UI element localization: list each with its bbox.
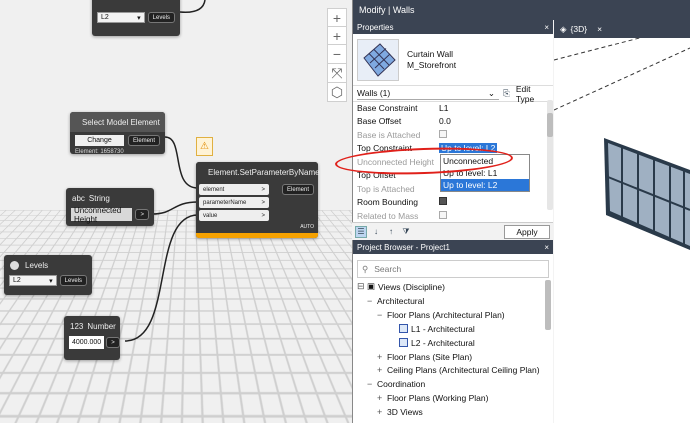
levels-output-port[interactable]: Levels bbox=[147, 12, 175, 23]
browser-scrollbar[interactable] bbox=[545, 280, 551, 330]
tree-ceiling-plans[interactable]: + Ceiling Plans (Architectural Ceiling Pl… bbox=[377, 364, 540, 378]
browser-search-input[interactable]: ⚲ Search bbox=[357, 260, 549, 278]
checkbox bbox=[439, 210, 447, 219]
close-icon[interactable]: × bbox=[544, 23, 549, 32]
tree-views-discipline[interactable]: ⊟ ▣ Views (Discipline) bbox=[357, 280, 445, 294]
view-icon: ◈ bbox=[560, 23, 567, 34]
dynamo-canvas[interactable]: + + − ⤧ ⬡ L2 ▾ Levels Select Model Elemen… bbox=[0, 0, 352, 423]
warning-icon[interactable]: ⚠ bbox=[196, 137, 213, 156]
level-dropdown-top[interactable]: L2 ▾ bbox=[97, 12, 145, 23]
properties-scroll-thumb[interactable] bbox=[547, 113, 553, 137]
element-id-label: Element: 1658730 bbox=[75, 149, 124, 155]
node-title: Levels bbox=[25, 260, 49, 270]
chevron-down-icon: ⌄ bbox=[487, 87, 495, 98]
type-selector[interactable]: Curtain Wall M_Storefront bbox=[353, 34, 553, 86]
close-icon[interactable]: × bbox=[597, 24, 602, 34]
string-output-port[interactable]: > bbox=[135, 209, 149, 220]
properties-title: Properties bbox=[357, 22, 394, 32]
change-button[interactable]: Change bbox=[75, 135, 124, 146]
project-browser-title: Project Browser - Project1 bbox=[357, 242, 450, 252]
value-input-port[interactable]: value > bbox=[199, 210, 269, 221]
lacing-label: AUTO bbox=[300, 224, 314, 230]
element-output-port[interactable]: Element bbox=[281, 184, 314, 195]
element-input-port[interactable]: element > bbox=[199, 184, 269, 195]
orbit-button[interactable]: ⬡ bbox=[327, 82, 347, 102]
number-output-port[interactable]: > bbox=[106, 337, 120, 348]
chevron-down-icon: ▾ bbox=[137, 14, 141, 22]
node-title: Element.SetParameterByName bbox=[208, 167, 320, 177]
close-icon[interactable]: × bbox=[544, 243, 549, 252]
instance-selector[interactable]: Walls (1) ⌄ bbox=[357, 88, 499, 100]
checkbox bbox=[439, 129, 447, 138]
ribbon-right bbox=[553, 0, 690, 20]
search-icon: ⚲ bbox=[362, 263, 369, 274]
zoom-fit-button[interactable]: + bbox=[327, 8, 347, 28]
prop-base-is-attached: Base is Attached bbox=[353, 128, 538, 142]
string-type-icon: abc bbox=[72, 193, 85, 203]
string-input[interactable]: Unconnected Height bbox=[71, 206, 133, 224]
node-title: Number bbox=[87, 321, 116, 331]
node-title: String bbox=[88, 193, 110, 203]
properties-toolbar: ☰ ↓ ↑ ⧩ Apply bbox=[352, 222, 553, 240]
properties-panel: Modify | Walls Properties × Curtain Wall… bbox=[352, 0, 553, 240]
levels-node-top[interactable]: L2 ▾ Levels bbox=[92, 0, 180, 36]
level-dropdown[interactable]: L2 ▾ bbox=[9, 275, 57, 286]
levels-node[interactable]: Levels L2 ▾ Levels bbox=[4, 255, 92, 295]
number-node[interactable]: 123 Number 4000.000 > bbox=[64, 316, 120, 360]
sort-ascending-icon[interactable]: ↓ bbox=[370, 226, 382, 238]
type-family: Curtain Wall bbox=[407, 48, 453, 59]
select-model-element-node[interactable]: Select Model Element Change Element Elem… bbox=[70, 112, 165, 155]
parameter-name-input-port[interactable]: parameterName > bbox=[199, 197, 269, 208]
chevron-down-icon: ▾ bbox=[49, 277, 53, 285]
warning-bar bbox=[196, 233, 318, 238]
element-output-port[interactable]: Element bbox=[127, 135, 160, 146]
tree-l2-architectural[interactable]: L2 - Architectural bbox=[399, 336, 475, 350]
tree-architectural[interactable]: − Architectural bbox=[367, 294, 424, 308]
dropdown-option-selected[interactable]: Up to level: L2 bbox=[441, 179, 529, 191]
type-name: M_Storefront bbox=[407, 59, 457, 70]
string-node[interactable]: abc String Unconnected Height > bbox=[66, 188, 154, 226]
set-parameter-node[interactable]: Element.SetParameterByName element > para… bbox=[196, 162, 320, 238]
3d-scene bbox=[553, 24, 690, 250]
levels-output-port[interactable]: Levels bbox=[59, 275, 87, 286]
number-type-icon: 123 bbox=[70, 321, 84, 331]
node-icon bbox=[10, 260, 19, 270]
tree-3d-views[interactable]: +3D Views bbox=[377, 405, 423, 419]
floor-plan-icon bbox=[399, 338, 408, 348]
prop-base-offset[interactable]: Base Offset 0.0 bbox=[353, 115, 538, 129]
tree-floor-plans-arch[interactable]: − Floor Plans (Architectural Plan) bbox=[377, 308, 505, 322]
node-title: Select Model Element bbox=[82, 117, 160, 127]
curtain-wall-thumbnail bbox=[357, 38, 399, 81]
prop-base-constraint[interactable]: Base Constraint L1 bbox=[353, 101, 538, 115]
pan-button[interactable]: ⤧ bbox=[327, 63, 347, 83]
apply-button[interactable]: Apply bbox=[504, 224, 550, 239]
view-tab-3d[interactable]: ◈ {3D} × bbox=[554, 20, 690, 38]
3d-view[interactable] bbox=[553, 20, 690, 423]
tree-coordination[interactable]: − Coordination bbox=[367, 378, 425, 392]
tree-floor-plans-site[interactable]: + Floor Plans (Site Plan) bbox=[377, 350, 472, 364]
filter-icon[interactable]: ⧩ bbox=[400, 226, 412, 238]
ribbon-context-title: Modify | Walls bbox=[353, 0, 553, 20]
floor-plan-icon bbox=[399, 324, 408, 334]
tree-floor-plans-working[interactable]: + Floor Plans (Working Plan) bbox=[377, 391, 488, 405]
number-input[interactable]: 4000.000 bbox=[69, 336, 105, 349]
prop-room-bounding[interactable]: Room Bounding bbox=[353, 196, 538, 210]
zoom-out-button[interactable]: − bbox=[327, 44, 347, 64]
zoom-in-button[interactable]: + bbox=[327, 26, 347, 46]
tree-l1-architectural[interactable]: L1 - Architectural bbox=[399, 322, 475, 336]
views-icon: ▣ bbox=[367, 281, 376, 292]
checkbox-checked[interactable] bbox=[439, 197, 447, 206]
sort-descending-icon[interactable]: ↑ bbox=[385, 226, 397, 238]
project-browser: Project Browser - Project1 × ⚲ Search ⊟ … bbox=[352, 240, 553, 423]
categorize-icon[interactable]: ☰ bbox=[355, 225, 367, 238]
prop-related-to-mass: Related to Mass bbox=[353, 209, 538, 223]
edit-type-icon: ⎘ bbox=[503, 88, 510, 98]
